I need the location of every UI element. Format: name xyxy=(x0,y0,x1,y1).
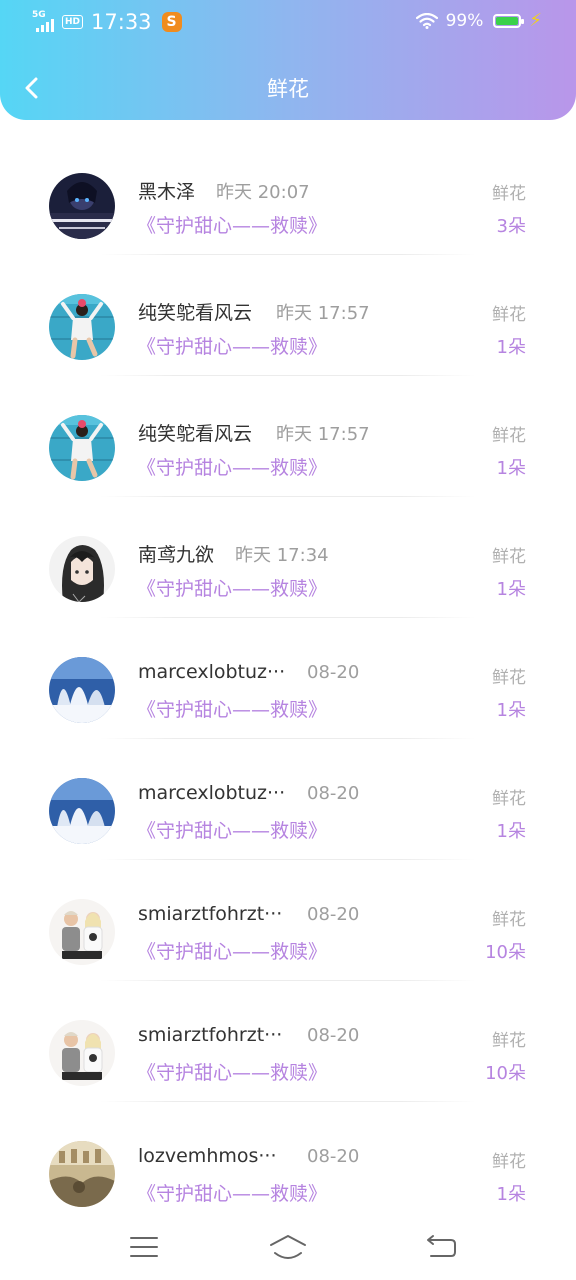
flower-count: 3朵 xyxy=(496,216,526,237)
battery-icon xyxy=(493,13,525,28)
avatar[interactable] xyxy=(49,536,115,602)
avatar[interactable] xyxy=(49,415,115,481)
blue-wall-avatar-image xyxy=(49,294,115,360)
flower-count: 1朵 xyxy=(496,337,526,358)
home-button[interactable] xyxy=(268,1230,308,1264)
flower-gift-list: 黑木泽 昨天 20:07 《守护甜心——救赎》 鲜花 3朵 纯笑鸵看风云 昨天 … xyxy=(0,134,576,1223)
list-item[interactable]: 南鸢九欲 昨天 17:34 《守护甜心——救赎》 鲜花 1朵 xyxy=(0,497,576,618)
system-nav-bar xyxy=(0,1216,576,1280)
gift-time: 昨天 17:57 xyxy=(276,424,370,445)
flower-count: 1朵 xyxy=(496,821,526,842)
gift-time: 08-20 xyxy=(307,662,360,683)
blue-wall-avatar-image xyxy=(49,415,115,481)
gift-time: 08-20 xyxy=(307,783,360,804)
flower-count: 1朵 xyxy=(496,700,526,721)
avatar[interactable] xyxy=(49,1020,115,1086)
user-name[interactable]: marcexlobtuz··· xyxy=(138,782,285,804)
menu-icon xyxy=(130,1237,158,1257)
avatar[interactable] xyxy=(49,657,115,723)
snow-forest-avatar-image xyxy=(49,778,115,844)
list-item[interactable]: smiarztfohrzt··· 08-20 《守护甜心——救赎》 鲜花 10朵 xyxy=(0,981,576,1102)
page-title: 鲜花 xyxy=(267,77,309,101)
list-item[interactable]: 纯笑鸵看风云 昨天 17:57 《守护甜心——救赎》 鲜花 1朵 xyxy=(0,376,576,497)
gift-type-label: 鲜花 xyxy=(492,547,526,567)
gift-time: 昨天 20:07 xyxy=(216,182,310,203)
status-bar: 5G HD 17:33 S 99% ⚡ xyxy=(0,0,576,44)
wifi-icon xyxy=(415,12,438,29)
snow-forest-avatar-image xyxy=(49,657,115,723)
gift-type-label: 鲜花 xyxy=(492,426,526,446)
avatar[interactable] xyxy=(49,294,115,360)
book-title-link[interactable]: 《守护甜心——救赎》 xyxy=(137,695,327,722)
sepia-room-avatar-image xyxy=(49,1141,115,1207)
status-time: 17:33 xyxy=(91,10,152,34)
status-left: 5G HD 17:33 S xyxy=(32,10,182,34)
back-nav-button[interactable] xyxy=(420,1230,460,1264)
user-name[interactable]: smiarztfohrzt··· xyxy=(138,903,282,925)
book-title-link[interactable]: 《守护甜心——救赎》 xyxy=(137,332,327,359)
user-name[interactable]: smiarztfohrzt··· xyxy=(138,1024,282,1046)
user-name[interactable]: 纯笑鸵看风云 xyxy=(138,419,252,446)
list-item[interactable]: 黑木泽 昨天 20:07 《守护甜心——救赎》 鲜花 3朵 xyxy=(0,134,576,255)
list-item[interactable]: marcexlobtuz··· 08-20 《守护甜心——救赎》 鲜花 1朵 xyxy=(0,739,576,860)
cell-signal-icon: 5G xyxy=(32,10,58,32)
home-icon xyxy=(270,1235,306,1259)
user-name[interactable]: 黑木泽 xyxy=(138,177,195,204)
gift-type-label: 鲜花 xyxy=(492,789,526,809)
list-item[interactable]: smiarztfohrzt··· 08-20 《守护甜心——救赎》 鲜花 10朵 xyxy=(0,860,576,981)
charging-icon: ⚡ xyxy=(529,10,542,31)
app-notification-icon: S xyxy=(161,12,182,32)
avatar[interactable] xyxy=(49,778,115,844)
list-item[interactable]: marcexlobtuz··· 08-20 《守护甜心——救赎》 鲜花 1朵 xyxy=(0,618,576,739)
dark-anime-avatar-image xyxy=(49,173,115,239)
gift-time: 08-20 xyxy=(307,1025,360,1046)
book-title-link[interactable]: 《守护甜心——救赎》 xyxy=(137,574,327,601)
user-name[interactable]: 纯笑鸵看风云 xyxy=(138,298,252,325)
list-item[interactable]: lozvemhmos··· 08-20 《守护甜心——救赎》 鲜花 1朵 xyxy=(0,1102,576,1223)
list-item[interactable]: 纯笑鸵看风云 昨天 17:57 《守护甜心——救赎》 鲜花 1朵 xyxy=(0,255,576,376)
menu-button[interactable] xyxy=(124,1230,164,1264)
couple-avatar-image xyxy=(49,1020,115,1086)
flower-count: 10朵 xyxy=(485,1063,526,1084)
gift-type-label: 鲜花 xyxy=(492,910,526,930)
user-name[interactable]: marcexlobtuz··· xyxy=(138,661,285,683)
book-title-link[interactable]: 《守护甜心——救赎》 xyxy=(137,211,327,238)
gift-time: 昨天 17:34 xyxy=(235,545,329,566)
couple-avatar-image xyxy=(49,899,115,965)
anime-girl-avatar-image xyxy=(49,536,115,602)
avatar[interactable] xyxy=(49,173,115,239)
gift-type-label: 鲜花 xyxy=(492,1152,526,1172)
user-name[interactable]: lozvemhmos··· xyxy=(138,1145,277,1167)
app-header: 5G HD 17:33 S 99% ⚡ 鲜花 xyxy=(0,0,576,120)
gift-type-label: 鲜花 xyxy=(492,184,526,204)
gift-time: 08-20 xyxy=(307,904,360,925)
battery-percent: 99% xyxy=(445,10,484,31)
gift-type-label: 鲜花 xyxy=(492,305,526,325)
flower-count: 10朵 xyxy=(485,942,526,963)
book-title-link[interactable]: 《守护甜心——救赎》 xyxy=(137,1058,327,1085)
gift-type-label: 鲜花 xyxy=(492,1031,526,1051)
avatar[interactable] xyxy=(49,1141,115,1207)
flower-count: 1朵 xyxy=(496,458,526,479)
book-title-link[interactable]: 《守护甜心——救赎》 xyxy=(137,816,327,843)
book-title-link[interactable]: 《守护甜心——救赎》 xyxy=(137,1179,327,1206)
back-icon xyxy=(427,1235,456,1257)
hd-badge: HD xyxy=(62,15,84,29)
book-title-link[interactable]: 《守护甜心——救赎》 xyxy=(137,453,327,480)
gift-time: 昨天 17:57 xyxy=(276,303,370,324)
flower-count: 1朵 xyxy=(496,579,526,600)
status-right: 99% ⚡ xyxy=(415,10,542,31)
gift-type-label: 鲜花 xyxy=(492,668,526,688)
flower-count: 1朵 xyxy=(496,1184,526,1205)
avatar[interactable] xyxy=(49,899,115,965)
user-name[interactable]: 南鸢九欲 xyxy=(138,540,214,567)
gift-time: 08-20 xyxy=(307,1146,360,1167)
book-title-link[interactable]: 《守护甜心——救赎》 xyxy=(137,937,327,964)
